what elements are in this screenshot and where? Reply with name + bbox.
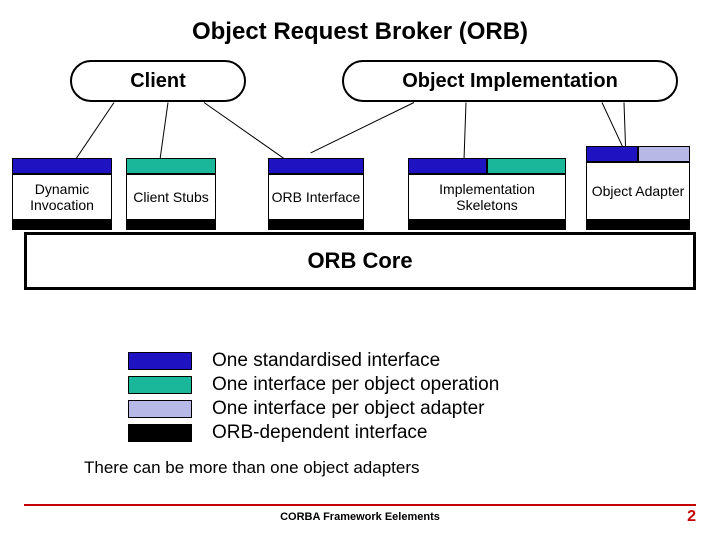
- legend-label: One standardised interface: [212, 350, 440, 372]
- component-label: Client Stubs: [126, 174, 216, 220]
- slide-title: Object Request Broker (ORB): [0, 0, 720, 46]
- component-label: Implementation Skeletons: [408, 174, 566, 220]
- legend-row: One interface per object operation: [128, 374, 720, 396]
- legend-label: ORB-dependent interface: [212, 422, 427, 444]
- slide-footer: CORBA Framework Eelements 2: [24, 504, 696, 526]
- object-implementation-box: Object Implementation: [342, 60, 678, 102]
- cap-icon: [268, 158, 364, 174]
- underbar-icon: [126, 220, 216, 230]
- orb-core-box: ORB Core: [24, 232, 696, 290]
- cap-icon: [12, 158, 112, 174]
- footnote-text: There can be more than one object adapte…: [84, 458, 720, 478]
- connector-line: [310, 102, 414, 153]
- legend-label: One interface per object adapter: [212, 398, 485, 420]
- component-label: Dynamic Invocation: [12, 174, 112, 220]
- legend-swatch-icon: [128, 376, 192, 394]
- client-box: Client: [70, 60, 246, 102]
- cap-icon: [586, 146, 638, 162]
- footer-title: CORBA Framework Eelements: [54, 511, 666, 523]
- cap-icon: [638, 146, 690, 162]
- component-implementation-skeletons: Implementation Skeletons: [408, 158, 566, 230]
- legend-row: One interface per object adapter: [128, 398, 720, 420]
- legend: One standardised interface One interface…: [128, 350, 720, 444]
- underbar-icon: [268, 220, 364, 230]
- legend-row: One standardised interface: [128, 350, 720, 372]
- legend-row: ORB-dependent interface: [128, 422, 720, 444]
- connector-line: [159, 102, 168, 160]
- underbar-icon: [586, 220, 690, 230]
- footer-divider: [24, 504, 696, 506]
- legend-swatch-icon: [128, 424, 192, 442]
- component-dynamic-invocation: Dynamic Invocation: [12, 158, 112, 230]
- connector-line: [463, 102, 466, 162]
- component-client-stubs: Client Stubs: [126, 158, 216, 230]
- underbar-icon: [12, 220, 112, 230]
- legend-swatch-icon: [128, 400, 192, 418]
- cap-icon: [487, 158, 566, 174]
- component-orb-interface: ORB Interface: [268, 158, 364, 230]
- component-object-adapter: Object Adapter: [586, 146, 690, 230]
- legend-label: One interface per object operation: [212, 374, 499, 396]
- page-number: 2: [666, 508, 696, 526]
- component-label: ORB Interface: [268, 174, 364, 220]
- cap-icon: [126, 158, 216, 174]
- cap-icon: [408, 158, 487, 174]
- component-label: Object Adapter: [586, 162, 690, 220]
- underbar-icon: [408, 220, 566, 230]
- orb-diagram: Client Object Implementation Dynamic Inv…: [24, 60, 696, 320]
- legend-swatch-icon: [128, 352, 192, 370]
